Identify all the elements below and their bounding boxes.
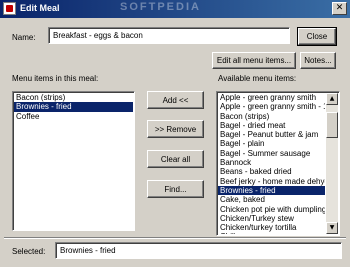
- clear-all-button[interactable]: Clear all: [147, 150, 204, 168]
- list-item[interactable]: Brownies - fried: [218, 185, 325, 196]
- selected-item-field: Brownies - fried: [55, 242, 342, 259]
- close-button[interactable]: Close: [297, 27, 337, 46]
- scroll-down-arrow-icon[interactable]: ▼: [326, 222, 338, 234]
- available-items-list[interactable]: Apple - green granny smith Apple - green …: [216, 91, 340, 236]
- list-item[interactable]: Bagel - plain: [218, 139, 325, 148]
- find-button[interactable]: Find...: [147, 180, 204, 198]
- list-item[interactable]: Brownies - fried: [14, 102, 133, 112]
- list-item[interactable]: Beans - baked dried: [218, 167, 325, 176]
- list-item[interactable]: Coffee: [14, 112, 133, 121]
- list-item[interactable]: Bagel - dried meat: [218, 121, 325, 130]
- list-item[interactable]: Chicken/Turkey stew: [218, 214, 325, 223]
- remove-button[interactable]: >> Remove: [147, 120, 204, 138]
- list-item[interactable]: Chicken pot pie with dumplings: [218, 205, 325, 214]
- watermark: SOFTPEDIA: [120, 1, 201, 13]
- list-item[interactable]: Bagel - Peanut butter & jam: [218, 130, 325, 139]
- meal-items-label: Menu items in this meal:: [12, 74, 99, 83]
- list-item[interactable]: Chili: [218, 232, 325, 234]
- list-item[interactable]: Apple - green granny smith - 1/2: [218, 102, 325, 111]
- list-item[interactable]: Beef jerky - home made dehydra: [218, 177, 325, 186]
- available-list-scrollbar[interactable]: ▲ ▼: [326, 93, 338, 234]
- list-item[interactable]: Chicken/turkey tortilla: [218, 223, 325, 232]
- list-item[interactable]: Bacon (strips): [218, 112, 325, 121]
- app-icon: [3, 2, 16, 15]
- available-items-label: Available menu items:: [218, 74, 297, 83]
- divider: [4, 237, 346, 239]
- scroll-thumb[interactable]: [326, 112, 338, 138]
- notes-button[interactable]: Notes...: [300, 52, 336, 69]
- edit-all-menu-items-button[interactable]: Edit all menu items...: [212, 52, 296, 69]
- window-close-icon[interactable]: ✕: [332, 2, 347, 15]
- list-item[interactable]: Bagel - Summer sausage: [218, 149, 325, 158]
- meal-items-list[interactable]: Bacon (strips) Brownies - fried Coffee: [12, 91, 135, 231]
- list-item[interactable]: Apple - green granny smith: [218, 93, 325, 102]
- scroll-up-arrow-icon[interactable]: ▲: [326, 93, 338, 105]
- list-item[interactable]: Bacon (strips): [14, 93, 133, 102]
- window-title: Edit Meal: [20, 3, 60, 13]
- add-button[interactable]: Add <<: [147, 91, 204, 109]
- list-item[interactable]: Cake, baked: [218, 195, 325, 204]
- meal-name-input[interactable]: Breakfast - eggs & bacon: [48, 27, 290, 44]
- title-bar[interactable]: Edit Meal SOFTPEDIA ✕: [0, 0, 350, 18]
- edit-meal-window: Edit Meal SOFTPEDIA ✕ Name: Breakfast - …: [0, 0, 350, 267]
- list-item[interactable]: Bannock: [218, 158, 325, 167]
- selected-label: Selected:: [12, 247, 46, 256]
- name-label: Name:: [12, 33, 36, 42]
